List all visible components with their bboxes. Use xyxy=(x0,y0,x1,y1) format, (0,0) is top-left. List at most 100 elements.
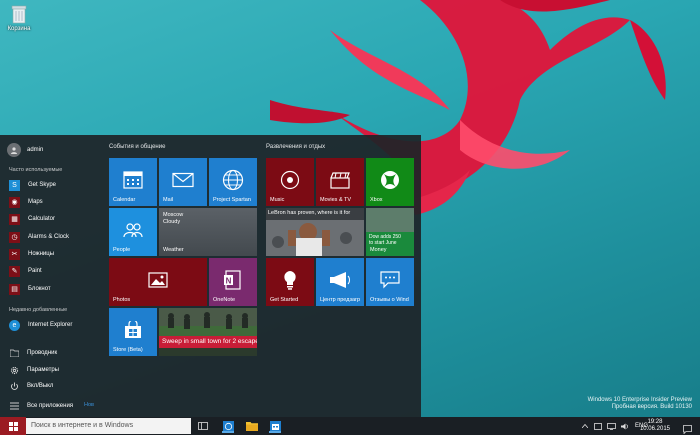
tile-people-label: People xyxy=(113,247,131,253)
recycle-bin[interactable]: Корзина xyxy=(4,4,34,32)
calendar-icon xyxy=(123,170,143,189)
app-snipping-tool[interactable]: ✂ Ножницы xyxy=(9,247,54,261)
tile-music[interactable]: Music xyxy=(266,158,314,206)
explorer-icon xyxy=(9,348,19,358)
music-icon xyxy=(280,170,300,189)
clock-date: 10.06.2015 xyxy=(639,426,670,432)
task-view-icon xyxy=(198,422,208,430)
lightbulb-icon xyxy=(284,270,296,290)
recycle-bin-icon xyxy=(11,5,27,24)
app-paint[interactable]: ✎ Paint xyxy=(9,264,42,278)
folder-icon xyxy=(246,422,258,431)
spartan-icon xyxy=(222,420,234,432)
tile-money-label: Money xyxy=(370,247,387,253)
clock[interactable]: 19:28 10.06.2015 xyxy=(640,419,670,433)
network-icon[interactable] xyxy=(607,422,616,430)
news-photo xyxy=(159,308,257,336)
search-input[interactable]: Поиск в интернете и в Windows xyxy=(26,418,191,434)
user-name: admin xyxy=(27,147,44,153)
system-explorer[interactable]: Проводник xyxy=(9,347,57,359)
tile-insider-label: Центр предзагр xyxy=(320,297,361,303)
app-get-skype[interactable]: S Get Skype xyxy=(9,178,56,192)
people-icon xyxy=(123,222,143,237)
system-settings[interactable]: Параметры xyxy=(9,364,59,376)
tile-movies-label: Movies & TV xyxy=(320,197,352,203)
windows-logo-icon xyxy=(8,421,18,431)
system-tray: ENG xyxy=(582,417,648,435)
group-title-communication: События и общение xyxy=(109,144,166,150)
power-icon xyxy=(9,381,19,391)
volume-icon[interactable] xyxy=(621,423,629,430)
photos-icon xyxy=(148,271,168,288)
tile-get-started-label: Get Started xyxy=(270,297,299,303)
tile-onenote[interactable]: N OneNote xyxy=(209,258,257,306)
app-alarms-clock[interactable]: ◷ Alarms & Clock xyxy=(9,230,69,244)
system-all-apps[interactable]: Все приложения xyxy=(9,400,73,412)
taskbar: Поиск в интернете и в Windows ENG 19:28 … xyxy=(0,417,700,435)
taskbar-store[interactable] xyxy=(268,419,282,433)
tile-spartan-label: Project Spartan xyxy=(213,197,251,203)
settings-icon xyxy=(9,365,19,375)
news-headline: Sweep in small town for 2 escapees xyxy=(159,336,257,348)
tile-windows-feedback-label: Отзывы о Wind xyxy=(370,297,409,303)
tile-store-label: Store (Beta) xyxy=(113,347,143,353)
tile-photos[interactable]: Photos xyxy=(109,258,207,306)
tile-xbox[interactable]: Xbox xyxy=(366,158,414,206)
tile-mail-label: Mail xyxy=(163,197,174,203)
notifications-button[interactable] xyxy=(683,421,692,435)
ie-icon: e xyxy=(9,319,20,331)
tile-photos-label: Photos xyxy=(113,297,131,303)
tile-get-started[interactable]: Get Started xyxy=(266,258,314,306)
start-button[interactable] xyxy=(0,417,26,435)
tile-windows-feedback[interactable]: Отзывы о Wind xyxy=(366,258,414,306)
tile-project-spartan[interactable]: Project Spartan xyxy=(209,158,257,206)
user-account[interactable]: admin xyxy=(7,143,43,157)
skype-icon: S xyxy=(9,179,20,191)
tile-calendar[interactable]: Calendar xyxy=(109,158,157,206)
alarm-icon: ◷ xyxy=(9,231,20,243)
notepad-icon: ▤ xyxy=(9,283,20,295)
active-indicator xyxy=(222,431,234,433)
movies-icon xyxy=(330,171,350,189)
taskbar-spartan[interactable] xyxy=(221,419,235,433)
system-power[interactable]: Вкл/Выкл xyxy=(9,380,53,392)
tile-music-label: Music xyxy=(270,197,285,203)
user-icon xyxy=(11,147,17,154)
taskbar-file-explorer[interactable] xyxy=(245,419,259,433)
feedback-icon xyxy=(380,270,400,289)
active-indicator xyxy=(269,431,281,433)
globe-icon xyxy=(222,169,244,190)
paint-icon: ✎ xyxy=(9,265,20,277)
tile-store[interactable]: Store (Beta) xyxy=(109,308,157,356)
recycle-bin-label: Корзина xyxy=(7,26,31,32)
weather-condition: Cloudy xyxy=(163,219,181,225)
money-headline-2: to start June xyxy=(369,240,397,246)
tile-xbox-label: Xbox xyxy=(370,197,383,203)
tile-mail[interactable]: Mail xyxy=(159,158,207,206)
tile-calendar-label: Calendar xyxy=(113,197,136,203)
avatar xyxy=(7,143,21,157)
app-calculator[interactable]: ▦ Calculator xyxy=(9,212,55,226)
svg-text:N: N xyxy=(226,276,232,285)
store-icon xyxy=(125,320,141,338)
tile-insider-hub[interactable]: Центр предзагр xyxy=(316,258,364,306)
task-view-button[interactable] xyxy=(196,419,210,433)
app-internet-explorer[interactable]: e Internet Explorer xyxy=(9,318,72,332)
action-center-icon[interactable] xyxy=(594,422,602,430)
app-maps[interactable]: ◉ Maps xyxy=(9,195,43,209)
tile-news[interactable]: Sweep in small town for 2 escapees xyxy=(159,308,257,356)
tile-money[interactable]: Dow adds 250 to start June Money xyxy=(366,208,414,256)
tile-people[interactable]: People xyxy=(109,208,157,256)
all-apps-icon xyxy=(9,401,19,411)
start-menu: admin Часто используемые S Get Skype ◉ M… xyxy=(0,135,421,417)
tile-sports[interactable]: LeBron has proven, where is it for xyxy=(266,208,364,256)
onenote-icon: N xyxy=(224,269,241,290)
chevron-up-icon[interactable] xyxy=(582,424,588,428)
tile-weather[interactable]: Moscow Cloudy Weather xyxy=(159,208,257,256)
notification-icon xyxy=(683,425,692,435)
megaphone-icon xyxy=(330,271,350,288)
tile-onenote-label: OneNote xyxy=(213,297,236,303)
calculator-icon: ▦ xyxy=(9,213,20,225)
tile-movies-tv[interactable]: Movies & TV xyxy=(316,158,364,206)
app-notepad[interactable]: ▤ Блокнот xyxy=(9,282,51,296)
